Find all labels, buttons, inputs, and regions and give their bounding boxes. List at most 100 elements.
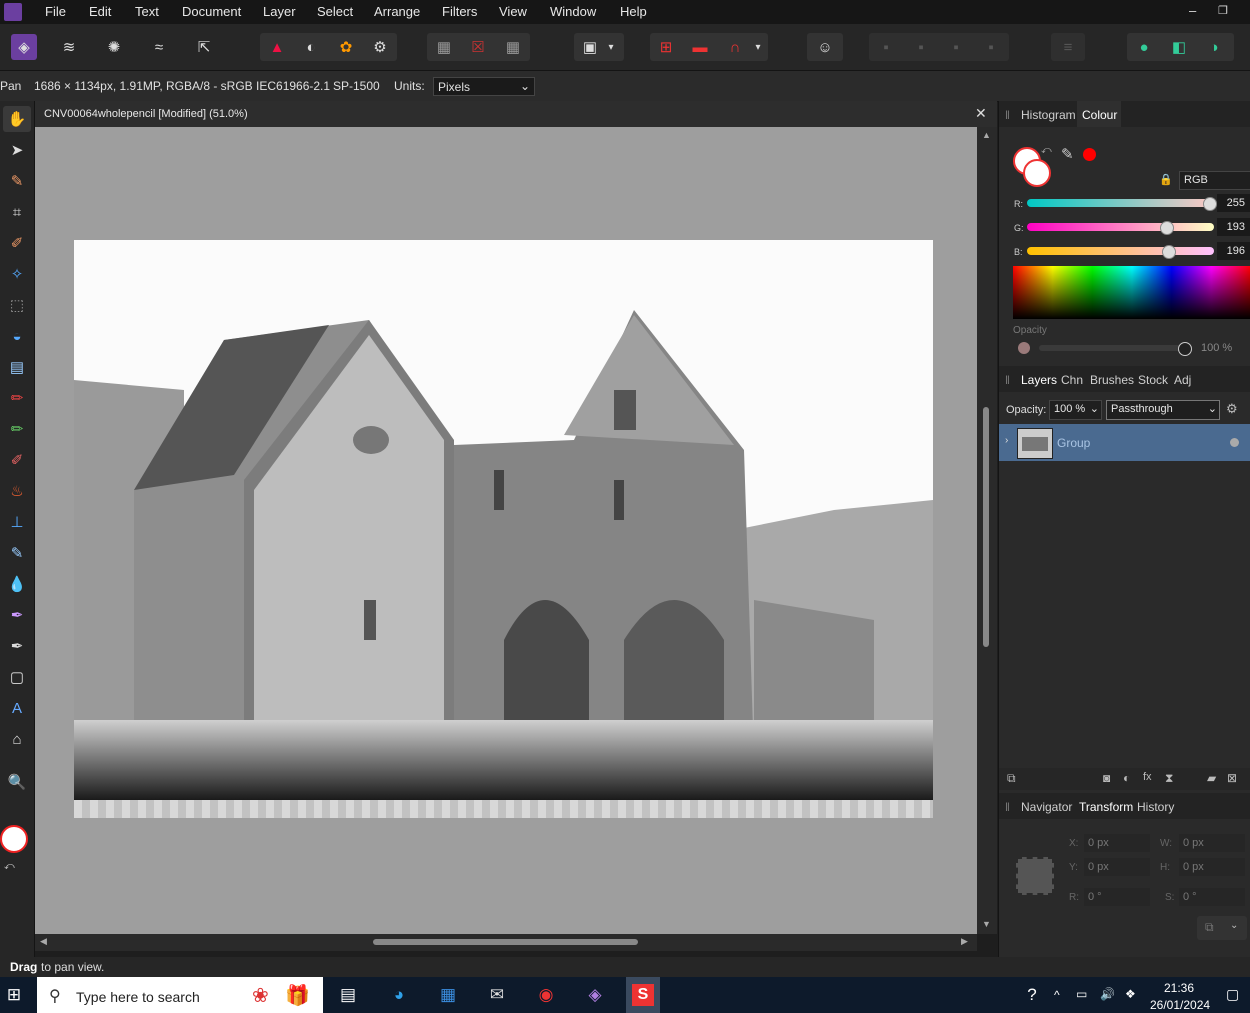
- chrome-icon[interactable]: ◉: [532, 982, 560, 1008]
- clone-brush-tool-icon[interactable]: ⊥: [3, 509, 31, 535]
- text-tool-icon[interactable]: A: [3, 695, 31, 721]
- quick-mask-icon[interactable]: ▣: [577, 34, 603, 60]
- opacity-slider-knob[interactable]: [1178, 342, 1192, 356]
- blur-brush-tool-icon[interactable]: ✎: [3, 540, 31, 566]
- crop-tool-icon[interactable]: ⌗: [3, 199, 31, 225]
- move-tool-icon[interactable]: ➤: [3, 137, 31, 163]
- menu-view[interactable]: View: [499, 4, 527, 19]
- auto-white-balance-icon[interactable]: ⚙: [367, 34, 393, 60]
- chevron-down-icon[interactable]: ▾: [750, 34, 766, 60]
- tab-brushes[interactable]: Brushes: [1090, 373, 1134, 387]
- affinity-photo-taskbar-icon[interactable]: ◈: [581, 982, 609, 1008]
- selection-brush-tool-icon[interactable]: ✐: [3, 230, 31, 256]
- swap-icon[interactable]: ⤺: [1041, 145, 1052, 156]
- develop-persona-icon[interactable]: ✺: [101, 34, 127, 60]
- menu-text[interactable]: Text: [135, 4, 159, 19]
- layer-settings-gear-icon[interactable]: ⚙: [1226, 401, 1238, 417]
- active-app-slot[interactable]: S: [626, 977, 660, 1013]
- tab-navigator[interactable]: Navigator: [1021, 800, 1072, 814]
- swap-colours-icon[interactable]: ⤺: [4, 861, 15, 872]
- add-group-icon[interactable]: ▰: [1207, 771, 1216, 785]
- gradient-tool-icon[interactable]: ▤: [3, 354, 31, 380]
- mask-layer-icon[interactable]: ◙: [1103, 771, 1110, 785]
- tab-histogram[interactable]: Histogram: [1021, 108, 1076, 122]
- photo-persona-icon[interactable]: ◈: [11, 34, 37, 60]
- lock-icon[interactable]: 🔒: [1159, 173, 1173, 186]
- blue-value[interactable]: 196: [1217, 242, 1250, 260]
- h-field[interactable]: 0 px: [1179, 858, 1245, 876]
- auto-levels-icon[interactable]: ▲: [264, 34, 290, 60]
- scroll-right-icon[interactable]: ▶: [961, 936, 968, 947]
- tab-channels[interactable]: Chn: [1061, 373, 1083, 387]
- colour-model-select[interactable]: RGB: [1179, 171, 1250, 190]
- dodge-brush-tool-icon[interactable]: ♨: [3, 478, 31, 504]
- blue-slider[interactable]: [1027, 247, 1214, 255]
- units-select[interactable]: Pixels ⌄: [433, 77, 535, 96]
- minimize-icon[interactable]: –: [1189, 3, 1196, 18]
- anchor-point-selector[interactable]: [1016, 857, 1054, 895]
- red-slider[interactable]: [1027, 199, 1214, 207]
- adjustment-layer-icon[interactable]: ◐: [1123, 771, 1130, 785]
- tray-chevron-up-icon[interactable]: ^: [1054, 988, 1060, 1002]
- volume-icon[interactable]: 🔊: [1100, 987, 1115, 1001]
- subtract-geometry-icon[interactable]: ◧: [1166, 34, 1192, 60]
- edge-browser-icon[interactable]: ◕: [385, 982, 413, 1008]
- chevron-down-icon[interactable]: ▾: [603, 34, 619, 60]
- red-slider-knob[interactable]: [1203, 197, 1217, 211]
- flood-select-tool-icon[interactable]: ✧: [3, 261, 31, 287]
- invert-selection-icon[interactable]: ▦: [500, 34, 526, 60]
- red-value[interactable]: 255: [1217, 194, 1250, 212]
- microsoft-store-icon[interactable]: ▦: [434, 982, 462, 1008]
- colour-replacement-tool-icon[interactable]: ✏: [3, 416, 31, 442]
- menu-filters[interactable]: Filters: [442, 4, 477, 19]
- flood-fill-tool-icon[interactable]: ◒: [3, 323, 31, 349]
- alignment-icon[interactable]: ⊞: [653, 34, 679, 60]
- export-persona-icon[interactable]: ⇱: [191, 34, 217, 60]
- close-document-icon[interactable]: ✕: [975, 105, 987, 122]
- green-value[interactable]: 193: [1217, 218, 1250, 236]
- colour-spectrum[interactable]: [1013, 266, 1250, 319]
- menu-file[interactable]: File: [45, 4, 66, 19]
- scroll-left-icon[interactable]: ◀: [40, 936, 47, 947]
- intersect-geometry-icon[interactable]: ◑: [1201, 34, 1227, 60]
- transform-options-button[interactable]: ⧉ ⌄: [1197, 916, 1247, 940]
- rectangle-tool-icon[interactable]: ▢: [3, 664, 31, 690]
- tab-adjustments[interactable]: Adj: [1174, 373, 1191, 387]
- layer-row[interactable]: › Group: [999, 424, 1250, 461]
- windows-start-icon[interactable]: ⊞: [0, 982, 28, 1008]
- mail-icon[interactable]: ✉: [483, 982, 511, 1008]
- document-tab[interactable]: CNV00064wholepencil [Modified] (51.0%) ✕: [35, 101, 997, 127]
- task-view-icon[interactable]: ▤: [334, 982, 362, 1008]
- tone-mapping-persona-icon[interactable]: ≈: [146, 34, 172, 60]
- menu-window[interactable]: Window: [550, 4, 596, 19]
- network-icon[interactable]: ▭: [1076, 987, 1087, 1001]
- liquify-persona-icon[interactable]: ≋: [56, 34, 82, 60]
- dropbox-icon[interactable]: ❖: [1125, 987, 1136, 1001]
- smudge-brush-tool-icon[interactable]: 💧: [3, 571, 31, 597]
- clock-date[interactable]: 26/01/2024: [1150, 998, 1210, 1012]
- tab-history[interactable]: History: [1137, 800, 1174, 814]
- inpainting-brush-tool-icon[interactable]: ✒: [3, 602, 31, 628]
- restore-icon[interactable]: ❐: [1218, 4, 1228, 17]
- y-field[interactable]: 0 px: [1084, 858, 1150, 876]
- layer-visibility-dot[interactable]: [1230, 438, 1239, 447]
- add-geometry-icon[interactable]: ●: [1131, 34, 1157, 60]
- vertical-scrollbar[interactable]: ▲ ▼: [977, 127, 997, 934]
- tab-layers[interactable]: Layers: [1021, 373, 1057, 387]
- layer-opacity-field[interactable]: 100 % ⌄: [1049, 400, 1102, 420]
- colour-picker-icon[interactable]: ✎: [1061, 145, 1074, 163]
- deselect-icon[interactable]: ☒: [465, 34, 491, 60]
- primary-colour-swatch[interactable]: [0, 825, 28, 853]
- panel-grip-icon[interactable]: ‖: [1005, 373, 1010, 387]
- menu-arrange[interactable]: Arrange: [374, 4, 420, 19]
- blend-mode-select[interactable]: Passthrough ⌄: [1106, 400, 1220, 420]
- layer-options-icon[interactable]: ⧉: [1007, 771, 1016, 786]
- taskbar-search-box[interactable]: ⚲ Type here to search ❀ 🎁: [37, 977, 323, 1013]
- notifications-icon[interactable]: ▢: [1226, 986, 1239, 1003]
- x-field[interactable]: 0 px: [1084, 834, 1150, 852]
- tab-colour[interactable]: Colour: [1082, 108, 1117, 122]
- delete-layer-icon[interactable]: ⊠: [1227, 771, 1237, 785]
- clock-time[interactable]: 21:36: [1164, 981, 1194, 995]
- panel-grip-icon[interactable]: ‖: [1005, 800, 1010, 814]
- canvas-area[interactable]: [35, 127, 977, 934]
